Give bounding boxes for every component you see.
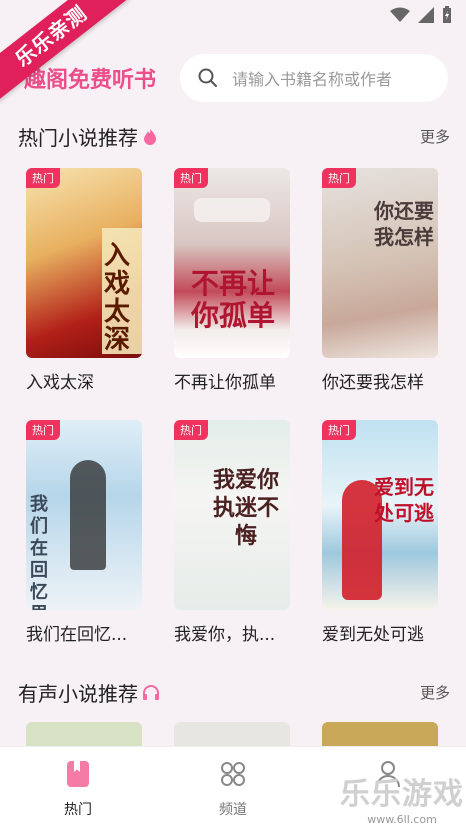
book-title: 我爱你，执... <box>174 625 276 645</box>
tab-channel[interactable]: 频道 <box>193 759 273 819</box>
hot-badge: 热门 <box>174 168 208 188</box>
battery-icon <box>443 6 451 23</box>
app-title: 趣阁免费听书 <box>24 68 157 93</box>
tab-channel-label: 频道 <box>219 802 247 818</box>
hot-badge: 热门 <box>26 420 60 440</box>
hot-badge: 热门 <box>26 168 60 188</box>
cover-title: 不再让你孤单 <box>190 267 275 332</box>
tab-hot-label: 热门 <box>64 802 92 818</box>
cover-title: 入戏太深 <box>104 241 131 355</box>
signal-icon <box>418 7 434 23</box>
book-cover[interactable]: 热门 我们在回忆里 <box>26 420 142 610</box>
grid-icon <box>221 762 245 786</box>
wifi-icon <box>390 7 410 22</box>
cover-title: 我爱你执迷不悔 <box>212 467 279 549</box>
audio-section-title: 有声小说推荐 <box>18 682 138 706</box>
book-card[interactable]: 热门 你还要我怎样 你还要我怎样 <box>322 168 440 393</box>
book-card[interactable]: 热门 入戏太深 入戏太深 <box>26 168 144 393</box>
book-cover[interactable]: 热门 爱到无处可逃 <box>322 420 438 610</box>
book-title: 爱到无处可逃 <box>322 625 424 645</box>
book-cover[interactable]: 热门 你还要我怎样 <box>322 168 438 358</box>
search-input[interactable]: 请输入书籍名称或作者 <box>232 66 392 90</box>
watermark-brand: 乐乐游戏 <box>340 777 464 812</box>
cover-title: 爱到无处可逃 <box>374 475 434 525</box>
book-card[interactable]: 热门 我爱你执迷不悔 我爱你，执... <box>174 420 292 645</box>
book-card[interactable]: 热门 我们在回忆里 我们在回忆... <box>26 420 144 645</box>
hot-more-link[interactable]: 更多 <box>420 126 450 147</box>
watermark-url: www.6ll.com <box>367 813 437 826</box>
book-cover[interactable]: 热门 不再让你孤单 <box>174 168 290 358</box>
book-title: 我们在回忆... <box>26 625 128 645</box>
audio-book-cover[interactable] <box>322 722 438 746</box>
search-icon <box>198 68 217 87</box>
headphones-icon <box>143 684 159 700</box>
watermark: 乐乐游戏 www.6ll.com <box>340 769 464 826</box>
hot-section-header: 热门小说推荐 更多 <box>18 122 450 151</box>
hot-section-title: 热门小说推荐 <box>18 126 138 150</box>
book-title: 你还要我怎样 <box>322 373 424 393</box>
book-title: 入戏太深 <box>26 373 94 393</box>
search-bar[interactable]: 请输入书籍名称或作者 <box>180 54 448 102</box>
book-cover[interactable]: 热门 我爱你执迷不悔 <box>174 420 290 610</box>
audio-more-link[interactable]: 更多 <box>420 682 450 703</box>
audio-book-cover[interactable] <box>26 722 142 746</box>
book-title: 不再让你孤单 <box>174 373 276 393</box>
audio-book-cover[interactable] <box>174 722 290 746</box>
flame-icon <box>144 128 156 145</box>
cover-title: 我们在回忆里 <box>30 494 48 610</box>
bookmark-icon <box>67 761 89 787</box>
tab-hot[interactable]: 热门 <box>38 759 118 819</box>
book-card[interactable]: 热门 爱到无处可逃 爱到无处可逃 <box>322 420 440 645</box>
hot-badge: 热门 <box>174 420 208 440</box>
book-cover[interactable]: 热门 入戏太深 <box>26 168 142 358</box>
hot-badge: 热门 <box>322 168 356 188</box>
book-card[interactable]: 热门 不再让你孤单 不再让你孤单 <box>174 168 292 393</box>
audio-section-header: 有声小说推荐 更多 <box>18 678 450 707</box>
cover-title: 你还要我怎样 <box>374 199 434 249</box>
hot-badge: 热门 <box>322 420 356 440</box>
